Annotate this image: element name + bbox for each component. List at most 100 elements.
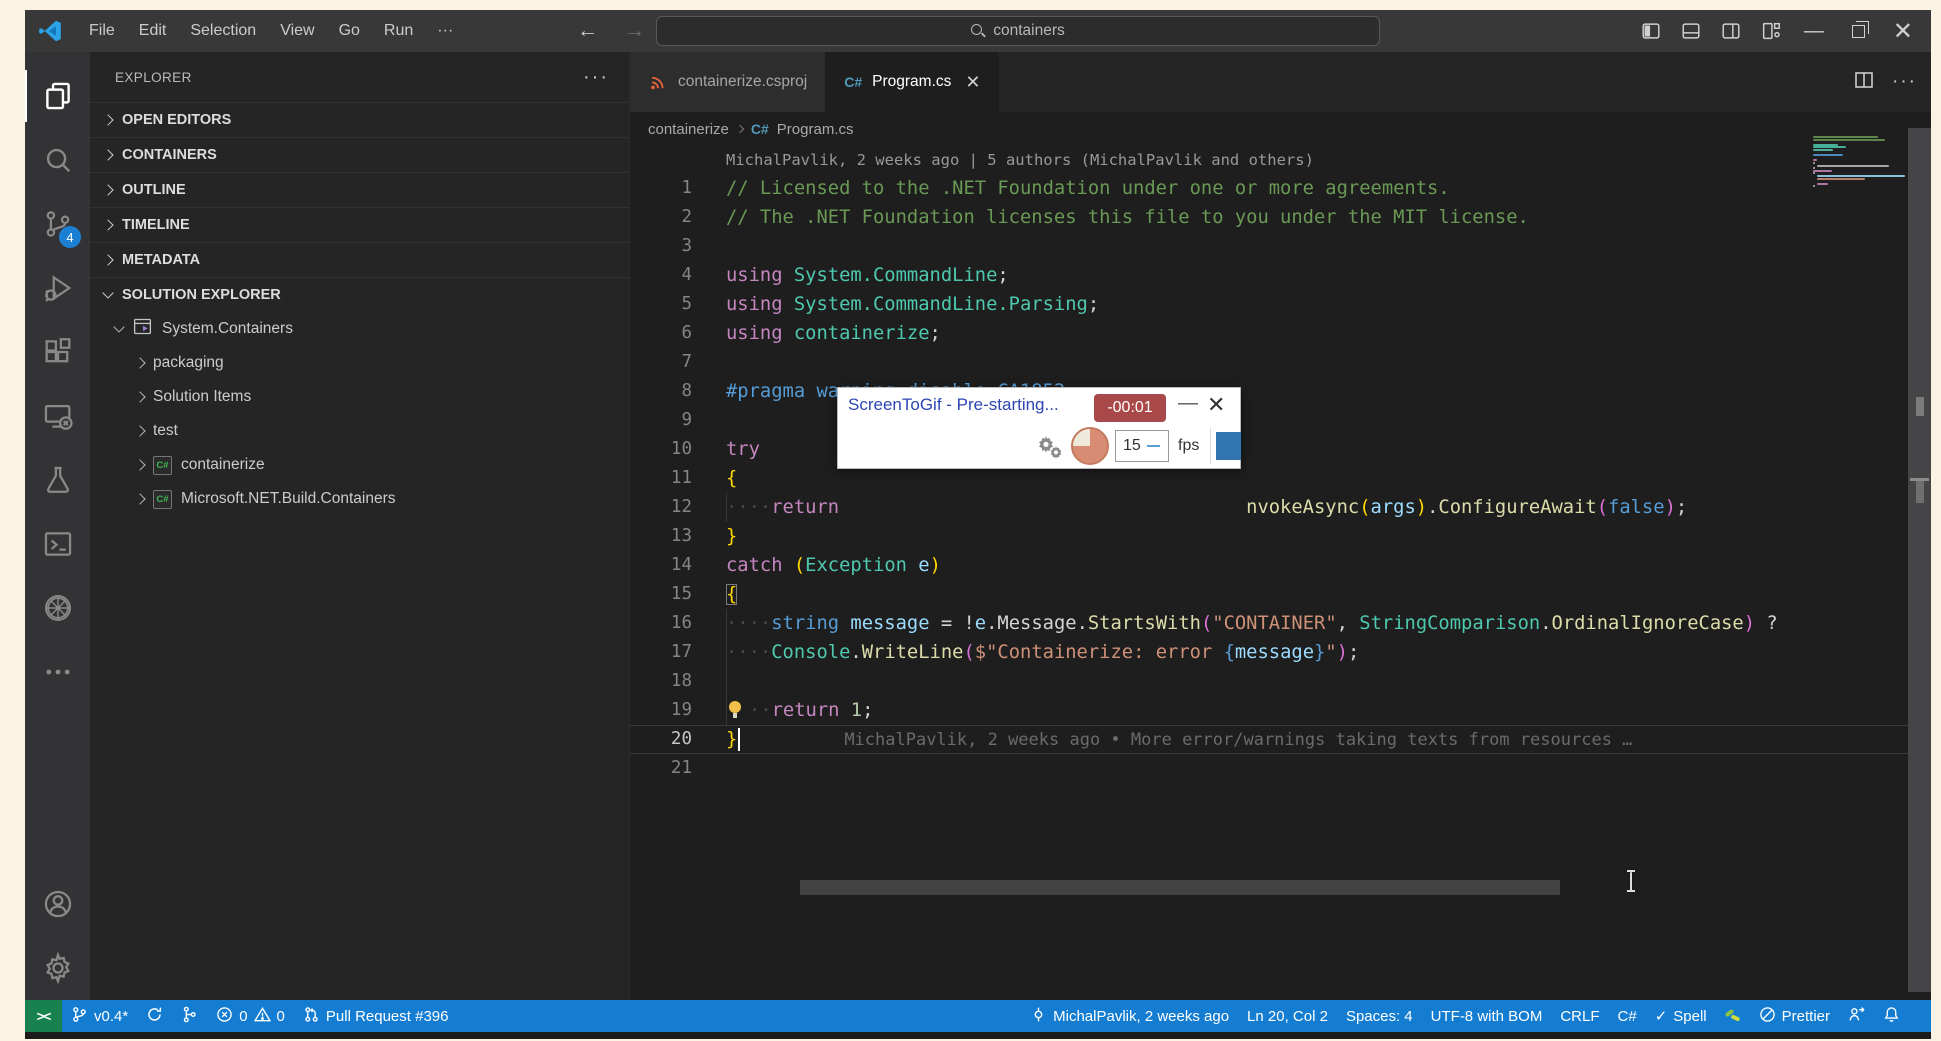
code-line-12[interactable]: 12····return nvokeAsync(args).ConfigureA…: [630, 493, 1931, 522]
fps-spinner[interactable]: [1147, 445, 1160, 447]
code-line-20[interactable]: 20}MichalPavlik, 2 weeks ago • More erro…: [630, 725, 1931, 754]
tab-program-cs[interactable]: C#Program.cs✕: [826, 52, 999, 112]
toggle-panel-icon[interactable]: [1678, 18, 1704, 44]
status-indentation-status[interactable]: Spaces: 4: [1337, 1000, 1422, 1032]
code-line-10[interactable]: 10try: [630, 435, 1931, 464]
activity-terminal[interactable]: [25, 512, 90, 576]
menu-[interactable]: ···: [425, 10, 465, 52]
toggle-secondary-sidebar-icon[interactable]: [1718, 18, 1744, 44]
restore-button[interactable]: [1852, 25, 1865, 38]
close-button[interactable]: ✕: [1893, 17, 1913, 46]
status-git-graph-status[interactable]: [172, 1000, 207, 1032]
status-eol-status[interactable]: CRLF: [1551, 1000, 1608, 1032]
lightbulb-icon[interactable]: [726, 701, 749, 721]
code-line-8[interactable]: 8#pragma warning disable CA1852: [630, 377, 1931, 406]
activity-settings[interactable]: [25, 936, 90, 1000]
status-sync-status[interactable]: [137, 1000, 172, 1032]
activity-compass-extension[interactable]: [25, 576, 90, 640]
code-line-13[interactable]: 13}: [630, 522, 1931, 551]
code-line-15[interactable]: 15{: [630, 580, 1931, 609]
menu-selection[interactable]: Selection: [178, 10, 268, 52]
screentogif-minimize-button[interactable]: —: [1178, 392, 1198, 415]
customize-layout-icon[interactable]: [1758, 18, 1784, 44]
status-notifications-status[interactable]: [1874, 1000, 1909, 1032]
screentogif-delay-icon[interactable]: [1071, 427, 1109, 465]
code-line-17[interactable]: 17····Console.WriteLine($"Containerize: …: [630, 638, 1931, 667]
remote-indicator[interactable]: ><: [25, 1000, 62, 1032]
status-cursor-position-status[interactable]: Ln 20, Col 2: [1238, 1000, 1337, 1032]
code-line-14[interactable]: 14catch (Exception e): [630, 551, 1931, 580]
status-branch-status[interactable]: v0.4*: [62, 1000, 137, 1032]
section-timeline[interactable]: TIMELINE: [90, 207, 629, 242]
menu-view[interactable]: View: [268, 10, 326, 52]
explorer-actions-icon[interactable]: ···: [583, 66, 609, 89]
minimize-button[interactable]: —: [1804, 20, 1824, 43]
code-line-18[interactable]: 18: [630, 667, 1931, 696]
section-open-editors[interactable]: OPEN EDITORS: [90, 102, 629, 137]
tree-item-system-containers[interactable]: System.Containers: [90, 312, 629, 346]
code-line-5[interactable]: 5using System.CommandLine.Parsing;: [630, 290, 1931, 319]
status-prettier-status[interactable]: Prettier: [1750, 1000, 1839, 1032]
menu-file[interactable]: File: [77, 10, 127, 52]
toggle-sidebar-icon[interactable]: [1638, 18, 1664, 44]
breadcrumb-file[interactable]: Program.cs: [777, 121, 854, 138]
menu-edit[interactable]: Edit: [127, 10, 179, 52]
status-feedback-status[interactable]: [1839, 1000, 1874, 1032]
activity-testing[interactable]: [25, 448, 90, 512]
code-line-7[interactable]: 7: [630, 348, 1931, 377]
code-line-11[interactable]: 11{: [630, 464, 1931, 493]
close-tab-icon[interactable]: ✕: [965, 72, 980, 93]
activity-accounts[interactable]: [25, 872, 90, 936]
record-button[interactable]: [1216, 432, 1241, 460]
activity-run-and-debug[interactable]: [25, 256, 90, 320]
tree-item-solution-items[interactable]: Solution Items: [90, 380, 629, 414]
code-line-4[interactable]: 4using System.CommandLine;: [630, 261, 1931, 290]
tree-item-microsoft-net-build-containers[interactable]: C#Microsoft.NET.Build.Containers: [90, 482, 629, 516]
fps-input[interactable]: 15: [1115, 430, 1169, 462]
split-editor-icon[interactable]: [1852, 68, 1876, 97]
command-center-search[interactable]: containers: [656, 16, 1380, 46]
breadcrumb-folder[interactable]: containerize: [648, 121, 729, 138]
code-line-6[interactable]: 6using containerize;: [630, 319, 1931, 348]
vertical-scrollbar[interactable]: [1908, 128, 1931, 992]
activity-source-control[interactable]: 4: [25, 192, 90, 256]
section-solution-explorer[interactable]: SOLUTION EXPLORER: [90, 277, 629, 312]
back-arrow-icon[interactable]: ←: [577, 19, 598, 43]
menu-go[interactable]: Go: [327, 10, 372, 52]
status-extension-status[interactable]: [1716, 1000, 1750, 1032]
status-problems-status[interactable]: 00: [207, 1000, 294, 1032]
activity-additional-views[interactable]: [25, 640, 90, 704]
tree-item-test[interactable]: test: [90, 414, 629, 448]
section-metadata[interactable]: METADATA: [90, 242, 629, 277]
code-line-16[interactable]: 16····string message = !e.Message.Starts…: [630, 609, 1931, 638]
activity-explorer[interactable]: [25, 64, 90, 128]
code-line-19[interactable]: 19··return 1;: [630, 696, 1931, 725]
status-encoding-status[interactable]: UTF-8 with BOM: [1422, 1000, 1552, 1032]
editor-more-actions-icon[interactable]: ···: [1892, 71, 1917, 93]
status-blame-status[interactable]: MichalPavlik, 2 weeks ago: [1021, 1000, 1238, 1032]
tab-containerize-csproj[interactable]: containerize.csproj: [630, 52, 826, 112]
screentogif-close-button[interactable]: ✕: [1207, 392, 1225, 418]
code-line-3[interactable]: 3: [630, 232, 1931, 261]
menu-run[interactable]: Run: [372, 10, 425, 52]
horizontal-scrollbar[interactable]: [800, 880, 1560, 895]
status-spell-status[interactable]: ✓Spell: [1646, 1000, 1716, 1032]
code-line-9[interactable]: 9: [630, 406, 1931, 435]
tree-item-containerize[interactable]: C#containerize: [90, 448, 629, 482]
screentogif-settings-icon[interactable]: [1034, 430, 1066, 462]
activity-extensions[interactable]: [25, 320, 90, 384]
activity-search[interactable]: [25, 128, 90, 192]
activity-remote-explorer[interactable]: [25, 384, 90, 448]
section-containers[interactable]: CONTAINERS: [90, 137, 629, 172]
code-editor[interactable]: MichalPavlik, 2 weeks ago | 5 authors (M…: [630, 146, 1931, 1000]
tree-item-packaging[interactable]: packaging: [90, 346, 629, 380]
codelens-annotation[interactable]: MichalPavlik, 2 weeks ago | 5 authors (M…: [726, 146, 1931, 174]
code-line-21[interactable]: 21: [630, 754, 1931, 783]
section-outline[interactable]: OUTLINE: [90, 172, 629, 207]
status-language-status[interactable]: C#: [1609, 1000, 1646, 1032]
code-line-2[interactable]: 2// The .NET Foundation licenses this fi…: [630, 203, 1931, 232]
screentogif-window[interactable]: ScreenToGif - Pre-starting... -00:01 — ✕…: [837, 387, 1241, 469]
code-line-1[interactable]: 1// Licensed to the .NET Foundation unde…: [630, 174, 1931, 203]
forward-arrow-icon[interactable]: →: [624, 19, 645, 43]
status-pull-request-status[interactable]: Pull Request #396: [294, 1000, 458, 1032]
